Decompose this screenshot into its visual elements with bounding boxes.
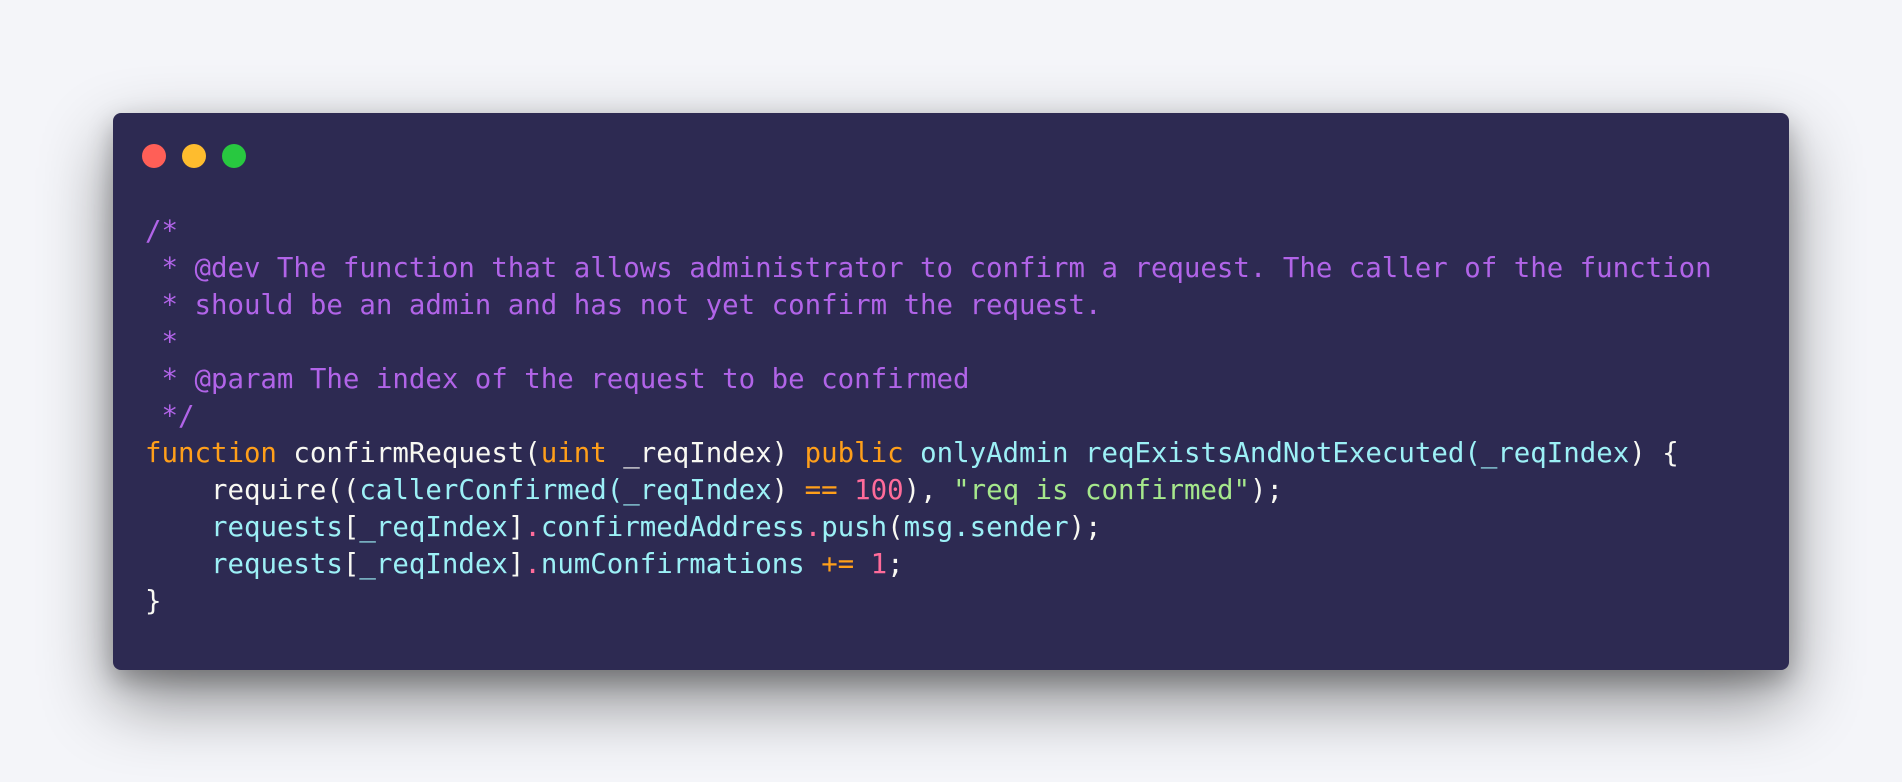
code-token-call: requests (210, 549, 343, 580)
code-token-type: uint (540, 438, 607, 469)
code-token-dot: . (524, 549, 541, 580)
code-line: /* (145, 213, 1712, 250)
code-token-plain: ), (903, 475, 954, 506)
code-token-plain: ) (771, 475, 805, 506)
code-token-comment: * @param The index of the request to be … (145, 364, 970, 395)
code-token-comment: * @dev The function that allows administ… (145, 253, 1712, 284)
code-line: * @param The index of the request to be … (145, 361, 1712, 398)
code-token-plain: _reqIndex) (606, 438, 805, 469)
code-token-call: callerConfirmed (359, 475, 607, 506)
code-token-plain: require(( (145, 475, 360, 506)
code-token-plain: [ (342, 512, 360, 543)
code-token-call: _reqIndex (623, 475, 772, 506)
window-controls (142, 144, 246, 168)
code-token-comment: /* (145, 216, 178, 247)
code-block: /* * @dev The function that allows admin… (145, 213, 1712, 620)
code-line: requests[_reqIndex].confirmedAddress.pus… (145, 509, 1712, 546)
code-line: * should be an admin and has not yet con… (145, 287, 1712, 324)
code-token-plain: ) { (1629, 438, 1679, 469)
code-token-dot: . (524, 512, 541, 543)
code-token-call: ( (606, 475, 624, 506)
code-token-string: "req is confirmed" (953, 475, 1250, 506)
code-token-keyword: function (145, 438, 277, 469)
code-token-call: ( (1464, 438, 1481, 469)
code-token-comment: * (145, 327, 178, 358)
code-token-call: onlyAdmin (920, 438, 1069, 469)
code-line: function confirmRequest(uint _reqIndex) … (145, 435, 1712, 472)
code-token-call: _reqIndex (1480, 438, 1630, 469)
code-token-plain: } (145, 586, 162, 617)
code-line: require((callerConfirmed(_reqIndex) == 1… (145, 472, 1712, 509)
code-line: * @dev The function that allows administ… (145, 250, 1712, 287)
minimize-icon[interactable] (182, 144, 206, 168)
code-token-operator: += (821, 549, 855, 580)
code-token-comment: */ (145, 401, 195, 432)
zoom-icon[interactable] (222, 144, 246, 168)
code-line: * (145, 324, 1712, 361)
code-token-plain: [ (342, 549, 360, 580)
code-token-comment: * should be an admin and has not yet con… (145, 290, 1102, 321)
code-line: } (145, 583, 1712, 620)
code-token-plain: confirmRequest( (276, 438, 541, 469)
close-icon[interactable] (142, 144, 166, 168)
code-token-call: _reqIndex (359, 549, 508, 580)
code-token-call: msg.sender (903, 512, 1069, 543)
code-line: */ (145, 398, 1712, 435)
code-token-plain: ; (887, 549, 904, 580)
code-token-call: confirmedAddress (540, 512, 805, 543)
code-token-call: push (821, 512, 888, 543)
code-token-plain: ] (507, 512, 525, 543)
code-token-keyword: public (804, 438, 904, 469)
canvas-background: /* * @dev The function that allows admin… (0, 0, 1902, 782)
code-token-plain: ( (887, 512, 904, 543)
code-token-call: reqExistsAndNotExecuted (1085, 438, 1465, 469)
code-line: requests[_reqIndex].numConfirmations += … (145, 546, 1712, 583)
code-window: /* * @dev The function that allows admin… (113, 113, 1789, 670)
code-token-plain: ); (1068, 512, 1102, 543)
code-token-call: requests (210, 512, 343, 543)
code-token-number: 100 (854, 475, 904, 506)
code-token-plain: ); (1249, 475, 1283, 506)
code-token-number: 1 (870, 549, 888, 580)
code-token-call: _reqIndex (359, 512, 508, 543)
code-token-operator: == (804, 475, 838, 506)
code-token-plain: ] (507, 549, 525, 580)
code-token-call: numConfirmations (540, 549, 805, 580)
code-token-dot: . (804, 512, 822, 543)
